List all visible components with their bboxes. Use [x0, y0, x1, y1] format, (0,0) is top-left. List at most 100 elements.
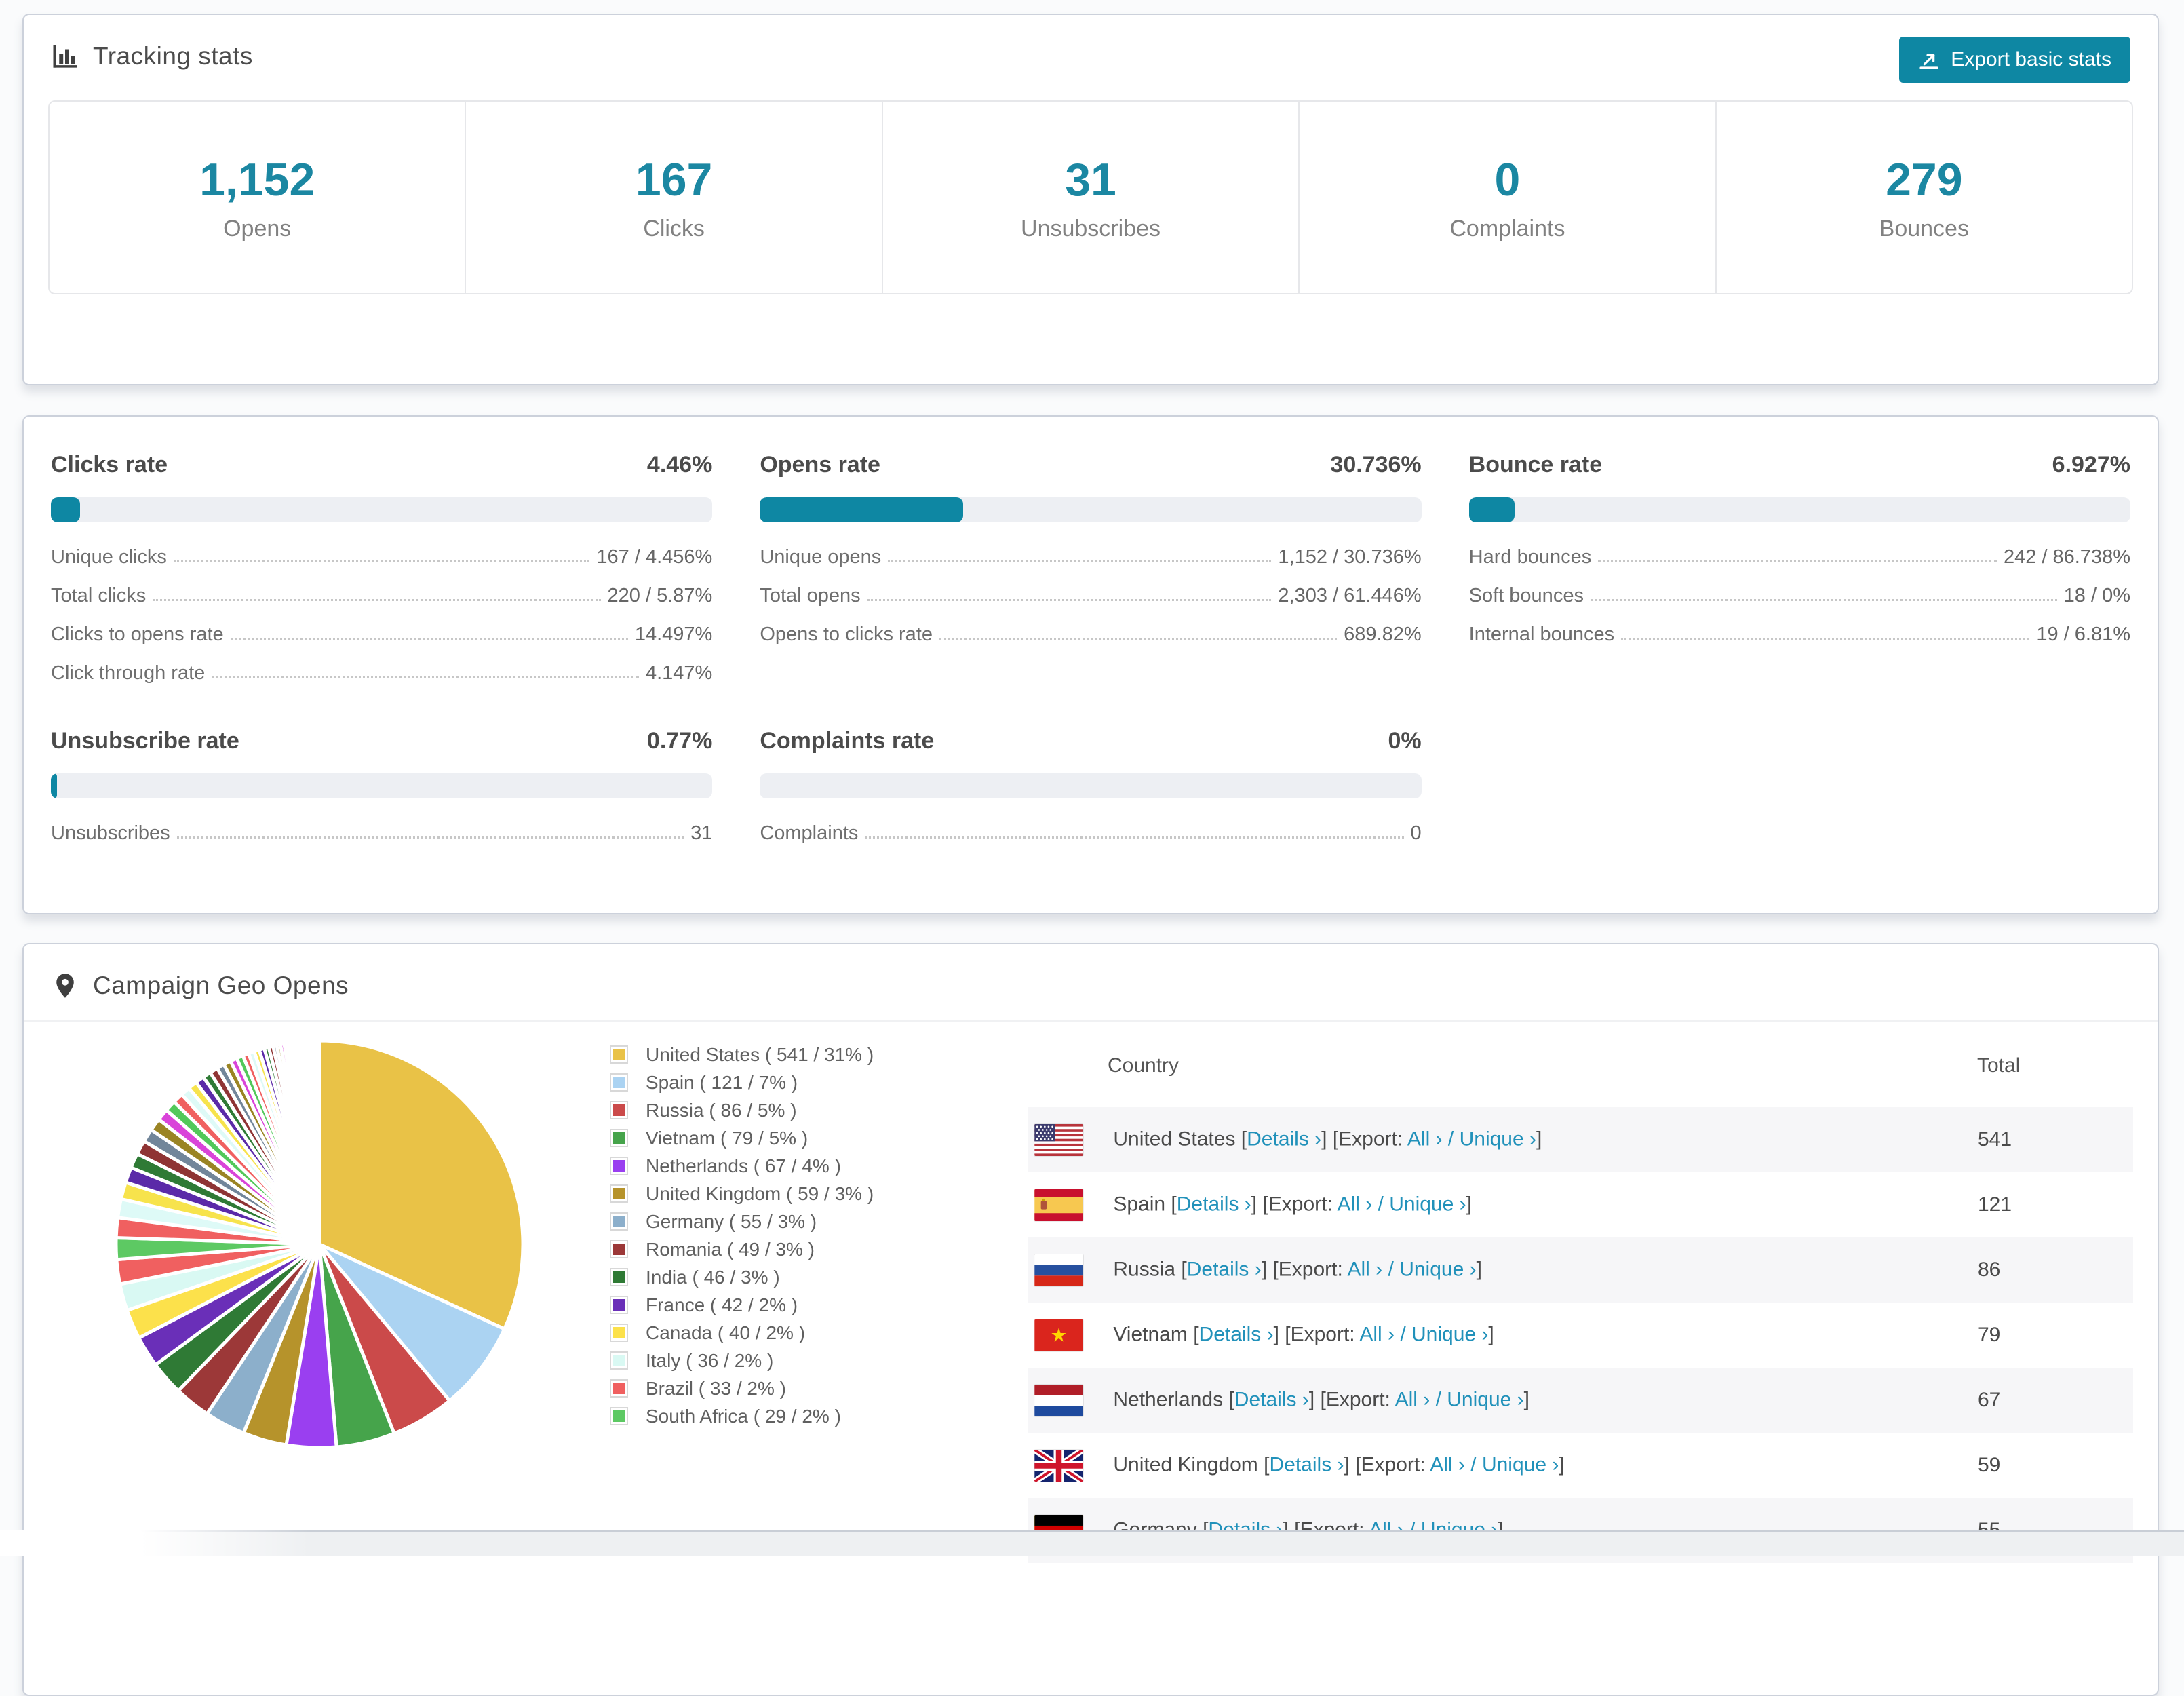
legend-item: Netherlands ( 67 / 4% )	[610, 1152, 990, 1180]
stat-box-bounces: 279 Bounces	[1715, 102, 2132, 293]
pie-legend: United States ( 541 / 31% ) Spain ( 121 …	[610, 1041, 990, 1430]
details-link[interactable]: Details ›	[1234, 1388, 1309, 1410]
rate-value: 0%	[1388, 728, 1422, 754]
rates-card: Clicks rate 4.46% Unique clicks 167 / 4.…	[22, 415, 2159, 914]
export-all-link[interactable]: All ›	[1359, 1323, 1395, 1345]
bounce-rate-block: Bounce rate 6.927% Hard bounces 242 / 86…	[1468, 452, 2130, 683]
details-link[interactable]: Details ›	[1187, 1258, 1262, 1280]
detail-label: Unique clicks	[51, 546, 167, 568]
legend-swatch-icon	[610, 1212, 628, 1231]
dotted-leader	[153, 599, 601, 601]
legend-label: United Kingdom ( 59 / 3% )	[646, 1182, 874, 1204]
rate-detail-row: Opens to clicks rate 689.82%	[760, 624, 1421, 644]
rate-detail-row: Total opens 2,303 / 61.446%	[760, 585, 1421, 606]
legend-label: Canada ( 40 / 2% )	[646, 1322, 806, 1343]
legend-item: Russia ( 86 / 5% )	[610, 1096, 990, 1124]
stat-label: Opens	[223, 215, 292, 242]
legend-label: Spain ( 121 / 7% )	[646, 1071, 798, 1093]
export-unique-link[interactable]: Unique ›	[1447, 1388, 1523, 1410]
export-unique-link[interactable]: Unique ›	[1389, 1193, 1466, 1215]
rate-detail-row: Unsubscribes 31	[51, 823, 712, 843]
tracking-stats-header: Tracking stats Export basic stats	[24, 15, 2158, 91]
export-button-label: Export basic stats	[1951, 48, 2111, 71]
export-unique-link[interactable]: Unique ›	[1460, 1128, 1536, 1150]
detail-label: Soft bounces	[1468, 585, 1584, 606]
export-unique-link[interactable]: Unique ›	[1399, 1258, 1476, 1280]
stat-value: 167	[635, 153, 713, 206]
rate-title: Clicks rate	[51, 452, 168, 478]
stat-box-complaints: 0 Complaints	[1298, 102, 1715, 293]
detail-label: Click through rate	[51, 662, 206, 684]
export-basic-stats-button[interactable]: Export basic stats	[1899, 37, 2130, 83]
detail-value: 1,152 / 30.736%	[1278, 546, 1422, 568]
detail-value: 4.147%	[645, 662, 713, 684]
export-all-link[interactable]: All ›	[1348, 1258, 1383, 1280]
rate-progress-bar	[51, 773, 713, 798]
export-all-link[interactable]: All ›	[1338, 1193, 1373, 1215]
stat-label: Clicks	[643, 215, 705, 242]
geo-table-wrap: Country Total United States [Details ›] …	[1028, 1026, 2133, 1563]
export-icon	[1919, 54, 1938, 69]
complaints-rate-block: Complaints rate 0% Complaints 0	[760, 728, 1422, 843]
stat-box-opens: 1,152 Opens	[50, 102, 465, 293]
detail-value: 220 / 5.87%	[607, 585, 713, 606]
rate-detail-row: Complaints 0	[760, 823, 1421, 843]
column-header-total: Total	[1977, 1054, 2021, 1077]
stat-value: 279	[1886, 153, 1963, 206]
stat-value: 31	[1065, 153, 1116, 206]
dotted-leader	[865, 836, 1404, 839]
geo-table-row: Spain [Details ›] [Export: All › / Uniqu…	[1028, 1172, 2133, 1237]
detail-label: Clicks to opens rate	[51, 623, 224, 645]
export-unique-link[interactable]: Unique ›	[1411, 1323, 1488, 1345]
details-link[interactable]: Details ›	[1199, 1323, 1274, 1345]
export-unique-link[interactable]: Unique ›	[1482, 1453, 1559, 1476]
stat-value: 0	[1494, 153, 1521, 206]
legend-item: Canada ( 40 / 2% )	[610, 1319, 990, 1347]
summary-stats: 1,152 Opens 167 Clicks 31 Unsubscribes 0…	[48, 100, 2133, 294]
rate-value: 0.77%	[646, 728, 713, 754]
rate-title: Opens rate	[760, 452, 880, 478]
dotted-leader	[1598, 560, 1997, 562]
rate-title: Complaints rate	[760, 728, 935, 754]
stat-box-unsubscribes: 31 Unsubscribes	[881, 102, 1298, 293]
export-all-link[interactable]: All ›	[1395, 1388, 1430, 1410]
legend-item: United States ( 541 / 31% )	[610, 1041, 990, 1068]
dotted-leader	[212, 676, 639, 678]
tracking-stats-card: Tracking stats Export basic stats 1,152 …	[22, 14, 2159, 385]
stat-label: Bounces	[1879, 215, 1969, 242]
detail-label: Internal bounces	[1468, 623, 1615, 645]
detail-label: Total clicks	[51, 585, 147, 606]
detail-value: 0	[1410, 822, 1422, 844]
legend-label: United States ( 541 / 31% )	[646, 1043, 874, 1065]
legend-item: Romania ( 49 / 3% )	[610, 1235, 990, 1263]
legend-swatch-icon	[610, 1407, 628, 1425]
legend-swatch-icon	[610, 1157, 628, 1175]
country-name: Vietnam	[1113, 1322, 1188, 1345]
dotted-leader	[939, 638, 1338, 640]
detail-value: 31	[690, 822, 713, 844]
legend-label: Germany ( 55 / 3% )	[646, 1210, 817, 1232]
bar-chart-icon	[51, 42, 79, 71]
country-total: 121	[1978, 1193, 2012, 1216]
details-link[interactable]: Details ›	[1270, 1453, 1344, 1476]
rate-progress-bar	[760, 497, 1422, 522]
legend-item: India ( 46 / 3% )	[610, 1263, 990, 1291]
details-link[interactable]: Details ›	[1247, 1128, 1321, 1150]
details-link[interactable]: Details ›	[1177, 1193, 1251, 1215]
column-header-country: Country	[1108, 1054, 1179, 1077]
rate-progress-bar	[1468, 497, 2130, 522]
pie-chart-svg	[114, 1039, 525, 1450]
legend-item: Germany ( 55 / 3% )	[610, 1208, 990, 1235]
geo-opens-header: Campaign Geo Opens	[24, 944, 2158, 1022]
stat-value: 1,152	[199, 153, 315, 206]
legend-swatch-icon	[610, 1129, 628, 1147]
map-pin-icon	[51, 971, 79, 1000]
legend-swatch-icon	[610, 1184, 628, 1203]
rate-value: 30.736%	[1330, 452, 1422, 478]
legend-swatch-icon	[610, 1073, 628, 1092]
export-all-link[interactable]: All ›	[1407, 1128, 1443, 1150]
flag-es-icon	[1034, 1189, 1083, 1221]
legend-swatch-icon	[610, 1268, 628, 1286]
export-all-link[interactable]: All ›	[1430, 1453, 1465, 1476]
stat-label: Complaints	[1449, 215, 1565, 242]
